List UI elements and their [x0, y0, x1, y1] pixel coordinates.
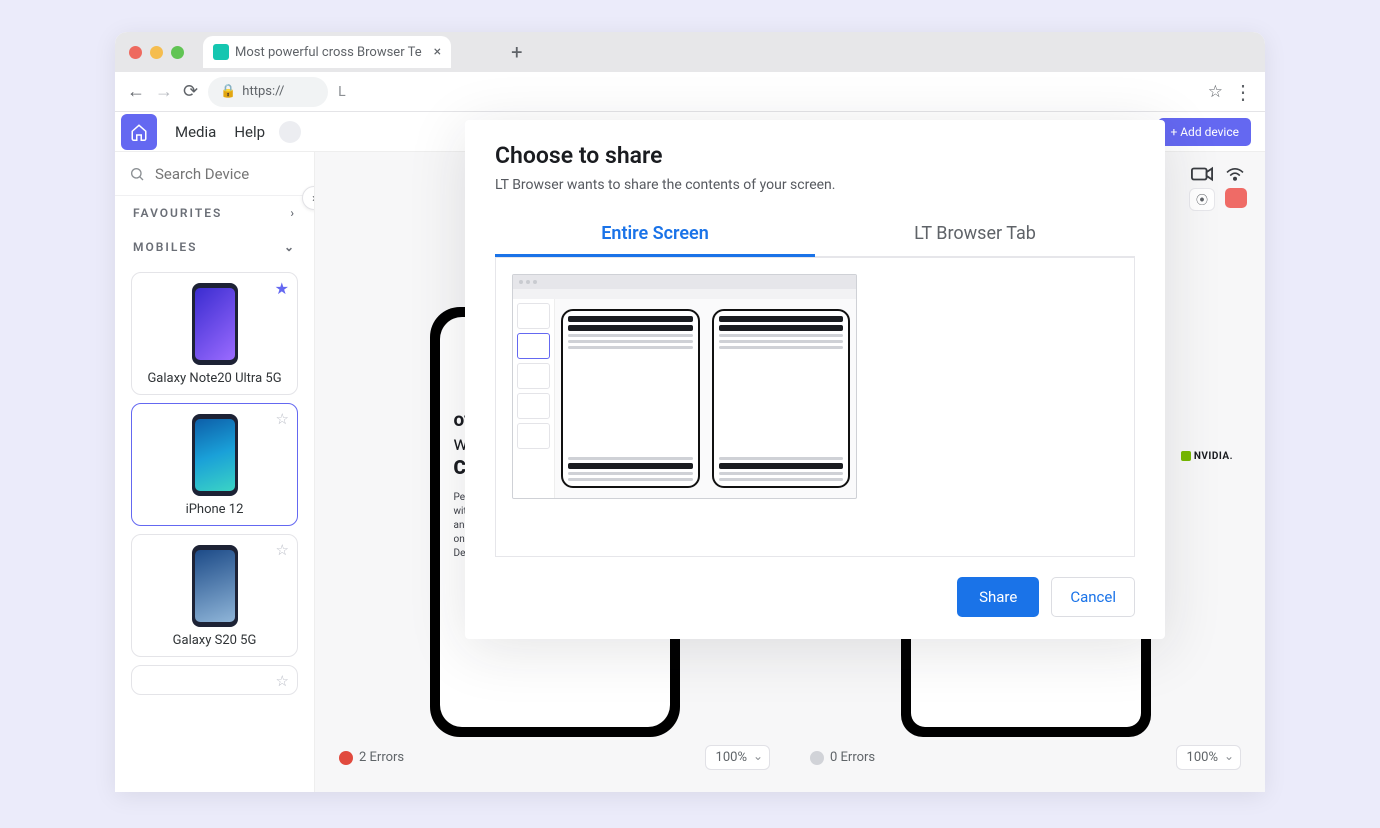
- url-rest: L: [338, 84, 346, 100]
- screen-preview-area: [495, 257, 1135, 557]
- favicon-icon: [213, 44, 229, 60]
- search-icon: [129, 166, 145, 182]
- viewport-footer: 2 Errors 100%: [329, 737, 780, 778]
- favourite-star-icon[interactable]: ☆: [276, 541, 289, 559]
- add-device-button[interactable]: + Add device: [1158, 118, 1251, 146]
- sidebar: › FAVOURITES › MOBILES ⌄ ★ Galaxy Note20…: [115, 152, 315, 792]
- wifi-icon[interactable]: [1225, 166, 1245, 182]
- close-chip[interactable]: [1225, 188, 1247, 208]
- zoom-select[interactable]: 100%: [1176, 745, 1241, 770]
- share-modal: Choose to share LT Browser wants to shar…: [465, 120, 1165, 639]
- camera-icon[interactable]: [1191, 166, 1213, 182]
- device-name: Galaxy S20 5G: [140, 633, 289, 648]
- close-window-icon[interactable]: [129, 46, 142, 59]
- nvidia-badge: NVIDIA.: [1181, 451, 1233, 462]
- device-name: iPhone 12: [140, 502, 289, 517]
- favourite-star-icon[interactable]: ☆: [276, 410, 289, 428]
- chip-icon[interactable]: ⦿: [1189, 188, 1215, 211]
- device-name: Galaxy Note20 Ultra 5G: [140, 371, 289, 386]
- search-row: [115, 152, 314, 196]
- modal-title: Choose to share: [495, 142, 1135, 169]
- back-button[interactable]: ←: [127, 81, 145, 102]
- share-button[interactable]: Share: [957, 577, 1039, 617]
- new-tab-button[interactable]: +: [511, 40, 522, 64]
- home-button[interactable]: [121, 114, 157, 150]
- error-count[interactable]: 0 Errors: [810, 750, 875, 765]
- tab-strip: Most powerful cross Browser Te × +: [115, 32, 1265, 72]
- favourite-star-icon[interactable]: ☆: [276, 672, 289, 690]
- forward-button[interactable]: →: [155, 81, 173, 102]
- browser-toolbar: ← → ⟳ 🔒 https:// L ☆ ⋮: [115, 72, 1265, 112]
- chevron-right-icon: ›: [290, 206, 296, 220]
- modal-tabs: Entire Screen LT Browser Tab: [495, 213, 1135, 257]
- zoom-select[interactable]: 100%: [705, 745, 770, 770]
- maximize-window-icon[interactable]: [171, 46, 184, 59]
- error-count[interactable]: 2 Errors: [339, 750, 404, 765]
- close-tab-icon[interactable]: ×: [434, 44, 441, 60]
- modal-subtitle: LT Browser wants to share the contents o…: [495, 177, 1135, 193]
- screen-thumbnail[interactable]: [512, 274, 857, 499]
- help-link[interactable]: Help: [234, 123, 265, 141]
- mobiles-label: MOBILES: [133, 240, 197, 254]
- modal-actions: Share Cancel: [495, 577, 1135, 617]
- tab-entire-screen[interactable]: Entire Screen: [495, 213, 815, 257]
- lock-icon: 🔒: [220, 84, 236, 99]
- media-link[interactable]: Media: [175, 123, 216, 141]
- more-menu-icon[interactable]: ⋮: [1233, 80, 1253, 104]
- address-bar[interactable]: 🔒 https://: [208, 77, 328, 107]
- notification-badge[interactable]: [279, 121, 301, 143]
- bookmark-icon[interactable]: ☆: [1208, 82, 1223, 102]
- url-scheme: https://: [242, 84, 284, 99]
- device-card-iphone12[interactable]: ☆ iPhone 12: [131, 403, 298, 526]
- viewport-footer: 0 Errors 100%: [800, 737, 1251, 778]
- chevron-down-icon: ⌄: [284, 240, 296, 254]
- browser-window: Most powerful cross Browser Te × + ← → ⟳…: [115, 32, 1265, 792]
- device-card-next[interactable]: ☆: [131, 665, 298, 695]
- cancel-button[interactable]: Cancel: [1051, 577, 1135, 617]
- favourite-star-icon[interactable]: ★: [275, 279, 289, 298]
- favourites-section[interactable]: FAVOURITES ›: [115, 196, 314, 230]
- window-controls: [129, 46, 184, 59]
- reload-button[interactable]: ⟳: [183, 81, 198, 102]
- mobiles-section[interactable]: MOBILES ⌄: [115, 230, 314, 264]
- favourites-label: FAVOURITES: [133, 206, 222, 220]
- minimize-window-icon[interactable]: [150, 46, 163, 59]
- browser-tab[interactable]: Most powerful cross Browser Te ×: [203, 36, 451, 68]
- device-card-galaxy-s20[interactable]: ☆ Galaxy S20 5G: [131, 534, 298, 657]
- tab-browser-tab[interactable]: LT Browser Tab: [815, 213, 1135, 256]
- home-icon: [130, 123, 148, 141]
- tab-title: Most powerful cross Browser Te: [235, 45, 422, 60]
- device-card-galaxy-note20[interactable]: ★ Galaxy Note20 Ultra 5G: [131, 272, 298, 395]
- search-input[interactable]: [155, 165, 275, 183]
